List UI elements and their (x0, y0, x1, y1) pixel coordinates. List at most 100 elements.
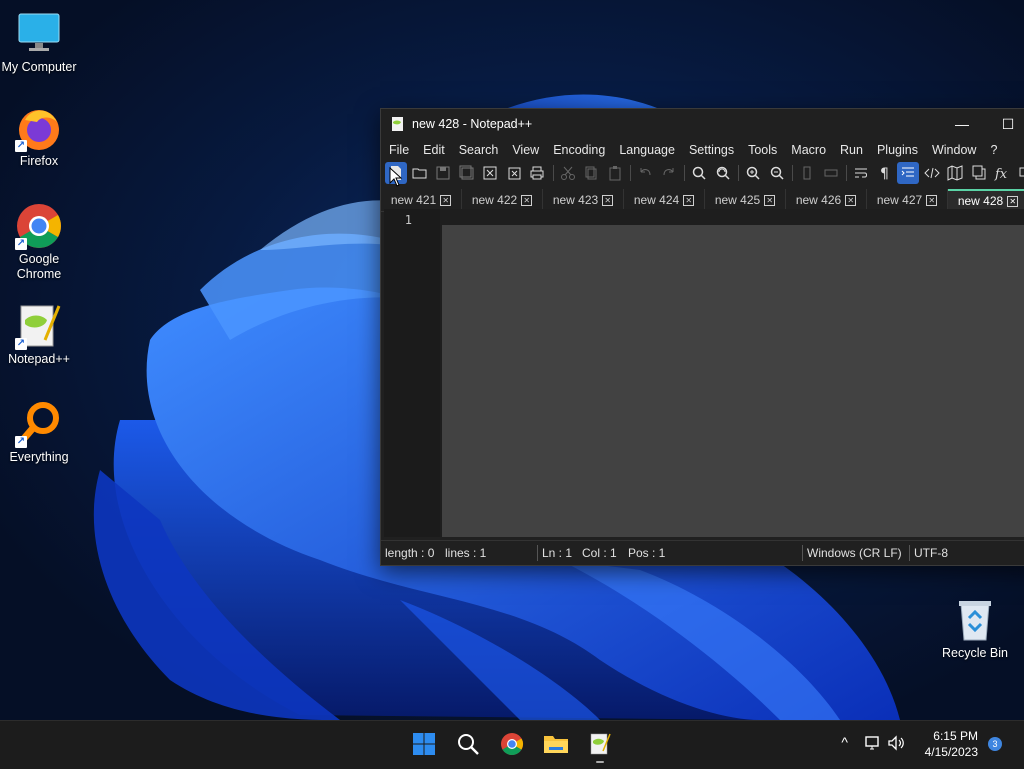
minimize-button[interactable]: — (939, 109, 985, 139)
monitoring-button[interactable] (1015, 162, 1024, 184)
toolbar-separator (738, 165, 739, 181)
replace-button[interactable] (712, 162, 734, 184)
tab-new-423[interactable]: new 423✕ (543, 189, 624, 211)
desktop-icon-label: Google Chrome (0, 252, 78, 282)
save-all-button[interactable] (456, 162, 478, 184)
taskbar-chrome-button[interactable] (496, 728, 528, 760)
redo-icon (661, 165, 677, 181)
tray-overflow-chevron[interactable]: ^ (832, 734, 848, 750)
tab-close-icon[interactable]: ✕ (440, 195, 451, 206)
find-button[interactable] (688, 162, 710, 184)
menu-view[interactable]: View (512, 143, 539, 157)
tab-close-icon[interactable]: ✕ (521, 195, 532, 206)
print-button[interactable] (526, 162, 548, 184)
taskbar-notepadpp-button[interactable] (584, 728, 616, 760)
firefox-icon: ↗ (15, 104, 63, 152)
search-icon (691, 165, 707, 181)
status-encoding: UTF-8 (910, 546, 970, 560)
notepadpp-window[interactable]: new 428 - Notepad++ — ☐ File Edit Search… (380, 108, 1024, 566)
tab-new-428[interactable]: new 428✕ (948, 189, 1024, 211)
redo-button[interactable] (658, 162, 680, 184)
cut-button[interactable] (557, 162, 579, 184)
printer-icon (529, 165, 545, 181)
menu-run[interactable]: Run (840, 143, 863, 157)
word-wrap-button[interactable] (850, 162, 872, 184)
tab-new-427[interactable]: new 427✕ (867, 189, 948, 211)
menu-encoding[interactable]: Encoding (553, 143, 605, 157)
desktop-icon-label: Notepad++ (0, 352, 78, 367)
open-file-button[interactable] (409, 162, 431, 184)
taskbar-file-explorer-button[interactable] (540, 728, 572, 760)
desktop-icon-recycle-bin[interactable]: Recycle Bin (936, 596, 1014, 661)
sync-horizontal-button[interactable] (820, 162, 842, 184)
tab-close-icon[interactable]: ✕ (764, 195, 775, 206)
desktop-icon-label: My Computer (0, 60, 78, 75)
zoom-in-button[interactable] (742, 162, 764, 184)
folder-open-icon (412, 165, 428, 181)
tab-new-421[interactable]: new 421✕ (381, 189, 462, 211)
clock-time[interactable]: 6:15 PM (916, 729, 978, 743)
status-column: Col : 1 (578, 546, 624, 560)
menu-tools[interactable]: Tools (748, 143, 777, 157)
toolbar: ¶ fx (381, 161, 1024, 185)
close-all-button[interactable] (503, 162, 525, 184)
menu-macro[interactable]: Macro (791, 143, 826, 157)
window-title: new 428 - Notepad++ (412, 117, 532, 131)
sync-vertical-button[interactable] (796, 162, 818, 184)
desktop-icon-everything[interactable]: ↗ Everything (0, 400, 78, 465)
status-position: Pos : 1 (624, 546, 802, 560)
xml-tag-button[interactable] (921, 162, 943, 184)
shortcut-arrow-icon: ↗ (15, 338, 27, 350)
chrome-icon (500, 732, 524, 756)
editor-area[interactable]: 1 (384, 209, 1024, 537)
desktop-icon-label: Firefox (0, 154, 78, 169)
tab-close-icon[interactable]: ✕ (845, 195, 856, 206)
save-button[interactable] (432, 162, 454, 184)
menu-edit[interactable]: Edit (423, 143, 445, 157)
copy-button[interactable] (580, 162, 602, 184)
taskbar-search-button[interactable] (452, 728, 484, 760)
tab-new-422[interactable]: new 422✕ (462, 189, 543, 211)
paste-button[interactable] (604, 162, 626, 184)
tab-close-icon[interactable]: ✕ (926, 195, 937, 206)
desktop-icon-label: Recycle Bin (936, 646, 1014, 661)
maximize-button[interactable]: ☐ (985, 109, 1024, 139)
mouse-cursor-icon (389, 167, 403, 187)
zoom-out-button[interactable] (766, 162, 788, 184)
line-number: 1 (405, 213, 412, 227)
menu-window[interactable]: Window (932, 143, 976, 157)
close-file-button[interactable] (479, 162, 501, 184)
text-editor[interactable] (442, 225, 1024, 537)
network-icon[interactable] (864, 735, 882, 751)
title-bar[interactable]: new 428 - Notepad++ — ☐ (381, 109, 1024, 139)
menu-settings[interactable]: Settings (689, 143, 734, 157)
start-button[interactable] (408, 728, 440, 760)
tab-close-icon[interactable]: ✕ (602, 195, 613, 206)
menu-file[interactable]: File (389, 143, 409, 157)
tab-new-424[interactable]: new 424✕ (624, 189, 705, 211)
tab-close-icon[interactable]: ✕ (1007, 196, 1018, 207)
desktop-icon-my-computer[interactable]: My Computer (0, 10, 78, 75)
undo-button[interactable] (634, 162, 656, 184)
status-line: Ln : 1 (538, 546, 578, 560)
save-all-icon (459, 165, 475, 181)
document-map-button[interactable] (944, 162, 966, 184)
show-all-chars-button[interactable]: ¶ (874, 162, 896, 184)
menu-search[interactable]: Search (459, 143, 499, 157)
menu-plugins[interactable]: Plugins (877, 143, 918, 157)
volume-icon[interactable] (888, 735, 906, 751)
menu-help[interactable]: ? (990, 143, 997, 157)
desktop-icon-chrome[interactable]: ↗ Google Chrome (0, 202, 78, 282)
tab-new-425[interactable]: new 425✕ (705, 189, 786, 211)
desktop-icon-firefox[interactable]: ↗ Firefox (0, 104, 78, 169)
notification-badge[interactable]: 3 (988, 737, 1002, 751)
desktop-icon-notepadpp[interactable]: ↗ Notepad++ (0, 302, 78, 367)
document-list-button[interactable] (968, 162, 990, 184)
tab-new-426[interactable]: new 426✕ (786, 189, 867, 211)
function-list-button[interactable]: fx (991, 162, 1013, 184)
menu-language[interactable]: Language (619, 143, 675, 157)
clock-date[interactable]: 4/15/2023 (916, 745, 978, 759)
tab-close-icon[interactable]: ✕ (683, 195, 694, 206)
zoom-out-icon (769, 165, 785, 181)
indent-guide-button[interactable] (897, 162, 919, 184)
